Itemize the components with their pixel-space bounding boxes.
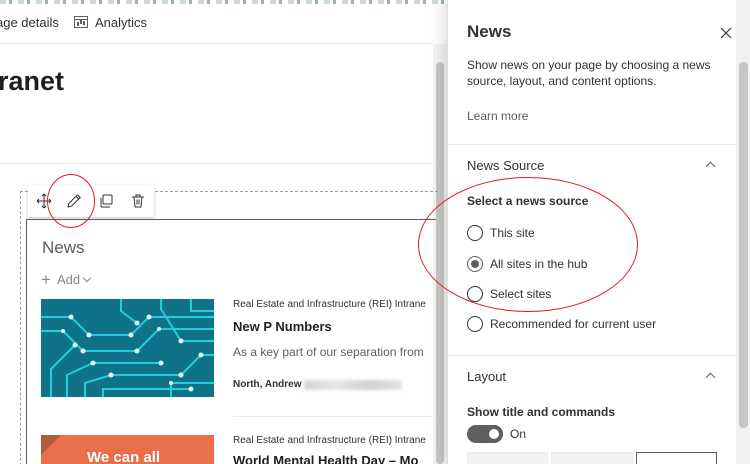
edit-button-annotation [47, 174, 95, 228]
pane-divider [448, 355, 736, 356]
toggle-state-label: On [510, 427, 527, 441]
layout-group-header[interactable]: Layout [467, 369, 506, 384]
redacted-date [303, 379, 402, 390]
news-thumbnail[interactable] [41, 299, 214, 397]
layout-option-selected[interactable] [635, 452, 717, 464]
pane-title: News [467, 22, 512, 41]
news-item-description: As a key part of our separation from [233, 345, 424, 359]
page-header-pattern [0, 0, 450, 4]
news-item-source[interactable]: Real Estate and Infrastructure (REI) Int… [233, 299, 426, 310]
chevron-up-icon[interactable] [705, 161, 716, 172]
news-source-group-header[interactable]: News Source [467, 158, 544, 173]
news-item-author: North, Andrew [233, 379, 402, 390]
show-title-toggle[interactable]: On [467, 425, 526, 443]
chevron-up-icon[interactable] [705, 372, 716, 383]
layout-option[interactable] [551, 452, 633, 464]
site-title: ranet [0, 66, 65, 96]
page-details-label: age details [0, 14, 59, 30]
pane-divider [448, 144, 736, 145]
news-item-author-name: North, Andrew [233, 379, 302, 390]
trash-icon [132, 194, 144, 208]
news-item-source[interactable]: Real Estate and Infrastructure (REI) Int… [233, 435, 426, 446]
analytics-icon [74, 16, 88, 28]
webpart-title: News [42, 238, 85, 257]
add-news-button[interactable]: + Add [41, 269, 92, 289]
news-item-title[interactable]: World Mental Health Day – Mo [233, 453, 418, 464]
learn-more-link[interactable]: Learn more [467, 109, 528, 123]
analytics-button[interactable]: Analytics [74, 12, 147, 32]
close-icon [720, 27, 732, 39]
show-title-label: Show title and commands [467, 405, 616, 419]
radio-label: Recommended for current user [490, 317, 657, 331]
plus-icon: + [41, 269, 51, 289]
thumbnail-text: We can all [87, 449, 161, 464]
delete-webpart-button[interactable] [122, 185, 154, 217]
add-news-label: Add [56, 271, 81, 287]
command-bar-divider [0, 43, 433, 44]
header-divider [0, 163, 433, 164]
chevron-down-icon [82, 273, 92, 282]
radio-button[interactable] [467, 316, 483, 332]
pane-scrollbar-thumb[interactable] [739, 62, 748, 428]
news-item-divider [233, 416, 433, 417]
layout-option[interactable] [467, 452, 549, 464]
radio-recommended[interactable]: Recommended for current user [467, 315, 656, 333]
duplicate-icon [100, 194, 113, 208]
page-details-button[interactable]: age details [0, 12, 59, 32]
news-source-annotation [418, 177, 638, 312]
analytics-label: Analytics [95, 14, 148, 30]
pane-description: Show news on your page by choosing a new… [467, 58, 711, 88]
close-pane-button[interactable] [718, 25, 734, 41]
toggle-switch[interactable] [467, 425, 503, 443]
news-item-title[interactable]: New P Numbers [233, 319, 332, 334]
thumbnail-decoration [41, 435, 61, 455]
news-thumbnail[interactable]: We can all [41, 435, 214, 464]
layout-options [467, 452, 717, 464]
